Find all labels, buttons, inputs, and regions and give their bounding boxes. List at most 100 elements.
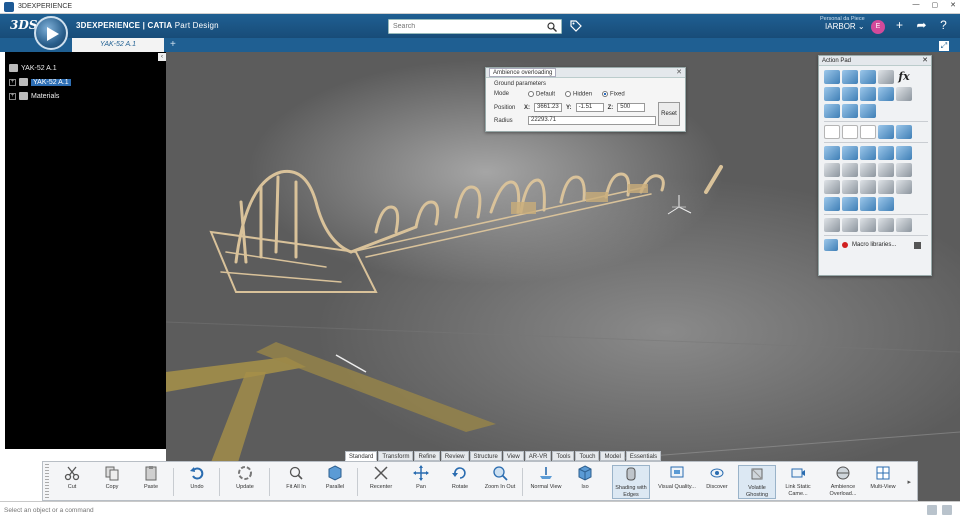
discover-button[interactable]: Discover	[698, 465, 736, 499]
share-icon[interactable]: ➦	[915, 19, 928, 32]
draft-analysis-icon[interactable]	[860, 104, 876, 118]
publish-icon[interactable]	[824, 104, 840, 118]
shading-with-edges-button[interactable]: Shading with Edges	[612, 465, 650, 499]
formula-icon[interactable]: fx	[896, 70, 912, 84]
analysis-icon[interactable]	[842, 104, 858, 118]
rib-icon[interactable]	[842, 146, 858, 160]
minimize-button[interactable]: —	[913, 1, 920, 9]
macro-libraries-link[interactable]: Macro libraries...	[852, 242, 896, 248]
close-button[interactable]: ✕	[950, 1, 956, 9]
grid-icon[interactable]	[927, 505, 937, 515]
collab-space-value[interactable]: IARBOR ⌄	[825, 22, 865, 31]
plane-icon[interactable]	[878, 125, 894, 139]
mode-fixed-radio[interactable]: Fixed	[602, 91, 625, 98]
copy-button[interactable]: Copy	[93, 465, 131, 499]
ordered-set-icon[interactable]	[860, 70, 876, 84]
mirror-icon[interactable]	[860, 218, 876, 232]
mode-default-radio[interactable]: Default	[528, 91, 555, 98]
edit-icon[interactable]	[896, 125, 912, 139]
translate-icon[interactable]	[878, 218, 894, 232]
recenter-button[interactable]: Recenter	[362, 465, 400, 499]
constraints-icon[interactable]	[896, 87, 912, 101]
measure-icon[interactable]	[824, 87, 840, 101]
dialog-close-icon[interactable]: ✕	[676, 68, 682, 76]
command-input[interactable]	[4, 504, 204, 516]
axis-system-icon[interactable]	[842, 87, 858, 101]
tab-touch[interactable]: Touch	[575, 451, 600, 461]
fit-all-in-button[interactable]: Fit All In	[277, 465, 315, 499]
tab-standard[interactable]: Standard	[345, 451, 378, 461]
pattern-icon[interactable]	[824, 218, 840, 232]
circular-pattern-icon[interactable]	[842, 218, 858, 232]
boolean-icon[interactable]	[896, 218, 912, 232]
close-surface-icon[interactable]	[860, 197, 876, 211]
geometric-set-icon[interactable]	[842, 70, 858, 84]
pocket-icon[interactable]	[824, 163, 840, 177]
split-icon[interactable]	[824, 197, 840, 211]
line-icon[interactable]	[842, 125, 858, 139]
chamfer-icon[interactable]	[842, 180, 858, 194]
hole-icon[interactable]	[860, 163, 876, 177]
search-input[interactable]	[389, 20, 539, 33]
tab-structure[interactable]: Structure	[469, 451, 502, 461]
slot-icon[interactable]	[878, 163, 894, 177]
fillet-icon[interactable]	[824, 180, 840, 194]
add-icon[interactable]: +	[893, 19, 906, 32]
tab-yak-52[interactable]: YAK-52 A.1	[72, 38, 164, 52]
network-icon[interactable]	[942, 505, 952, 515]
tree-item-root[interactable]: YAK-52 A.1	[9, 62, 57, 74]
tree-item-part[interactable]: + YAK-52 A.1	[9, 76, 71, 88]
mode-hidden-radio[interactable]: Hidden	[565, 91, 592, 98]
zoom-in-out-button[interactable]: Zoom In Out	[481, 465, 519, 499]
thickness-icon[interactable]	[896, 180, 912, 194]
dialog-header[interactable]: Ambience overloading	[486, 68, 685, 78]
ambience-overload-button[interactable]: Ambience Overload...	[824, 465, 862, 499]
pan-button[interactable]: Pan	[402, 465, 440, 499]
fullscreen-icon[interactable]: ⤢	[938, 40, 950, 52]
parameters-icon[interactable]	[878, 70, 894, 84]
collapse-tree-button[interactable]: ‹	[158, 53, 166, 61]
action-pad-close-icon[interactable]: ✕	[922, 56, 928, 64]
multi-view-button[interactable]: Multi-View	[864, 465, 902, 499]
positioned-sketch-icon[interactable]	[878, 87, 894, 101]
shaft-icon[interactable]	[878, 146, 894, 160]
tree-item-materials[interactable]: + Materials	[9, 90, 59, 102]
rotate-button[interactable]: Rotate	[441, 465, 479, 499]
tag-icon[interactable]	[570, 20, 582, 32]
tab-tools[interactable]: Tools	[552, 451, 575, 461]
multi-section-icon[interactable]	[860, 146, 876, 160]
groove-icon[interactable]	[842, 163, 858, 177]
iso-button[interactable]: Iso	[566, 465, 604, 499]
tab-refine[interactable]: Refine	[414, 451, 440, 461]
axis-icon[interactable]	[860, 125, 876, 139]
action-pad-title[interactable]: Action Pad	[819, 56, 931, 66]
tab-essentials[interactable]: Essentials	[625, 451, 662, 461]
maximize-button[interactable]: ▢	[932, 1, 939, 9]
y-field[interactable]: -1.51	[575, 103, 604, 112]
stiffener-icon[interactable]	[896, 146, 912, 160]
record-icon[interactable]	[842, 242, 848, 248]
tab-transform[interactable]: Transform	[378, 451, 414, 461]
reset-button[interactable]: Reset	[658, 102, 680, 126]
ds-logo-icon[interactable]: 3DS	[10, 18, 37, 34]
normal-view-button[interactable]: Normal View	[527, 465, 565, 499]
help-icon[interactable]: ?	[937, 19, 950, 32]
new-tab-button[interactable]: +	[170, 38, 176, 52]
sketch-icon[interactable]	[860, 87, 876, 101]
x-field[interactable]: 3661.23	[534, 103, 562, 112]
draft-icon[interactable]	[860, 180, 876, 194]
remove-icon[interactable]	[896, 163, 912, 177]
pad-icon[interactable]	[824, 146, 840, 160]
tab-model[interactable]: Model	[600, 451, 625, 461]
3d-compass-icon[interactable]	[664, 192, 694, 222]
cut-button[interactable]: Cut	[53, 465, 91, 499]
tab-review[interactable]: Review	[440, 451, 469, 461]
macro-gear-icon[interactable]	[824, 239, 838, 251]
expand-icon[interactable]: +	[9, 78, 16, 86]
shell-icon[interactable]	[878, 180, 894, 194]
avatar[interactable]: E	[871, 20, 885, 34]
stop-icon[interactable]	[914, 241, 922, 249]
compass-play-icon[interactable]	[34, 16, 68, 50]
part-body-icon[interactable]	[824, 70, 840, 84]
radius-field[interactable]: 22293.71	[528, 116, 656, 125]
